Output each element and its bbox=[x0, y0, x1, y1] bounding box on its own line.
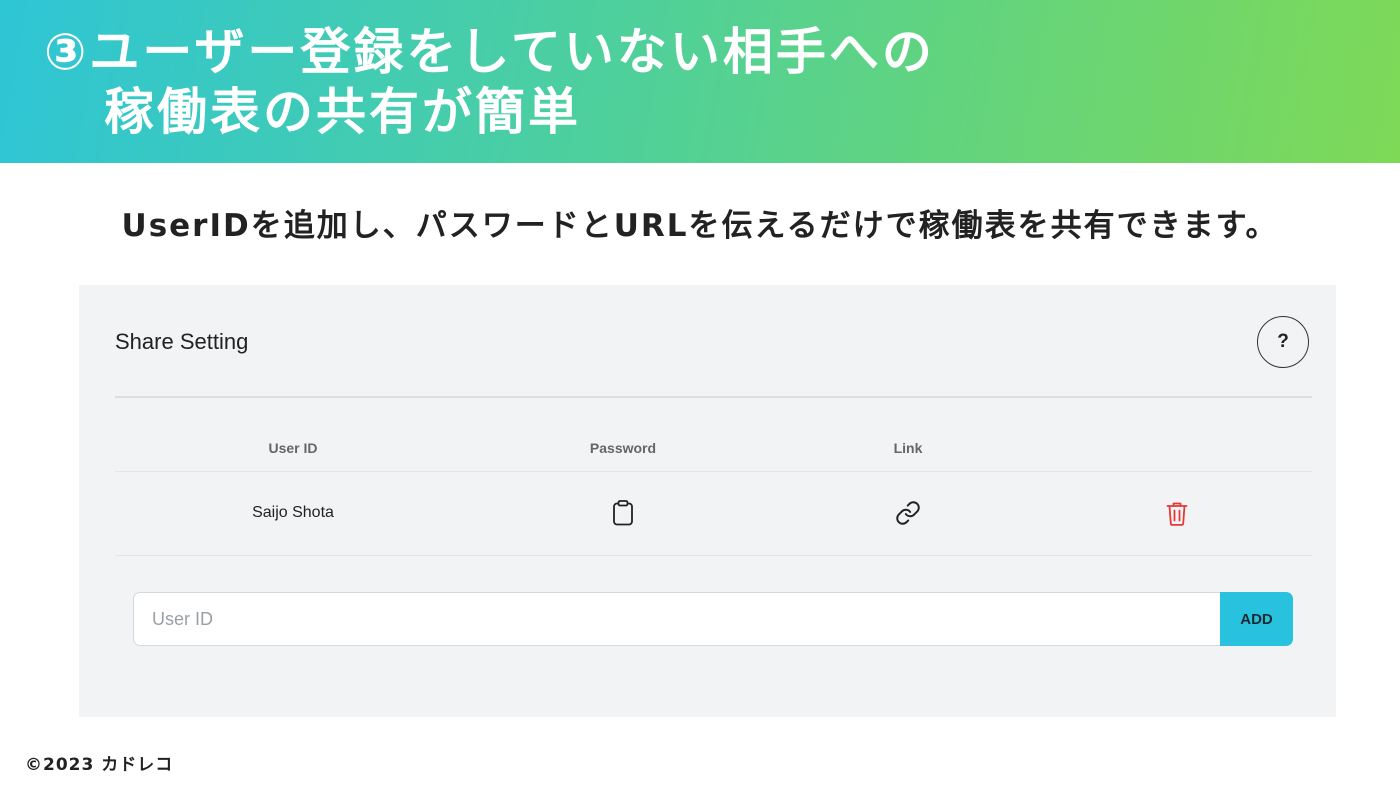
table-row: Saijo Shota bbox=[115, 471, 1312, 556]
clipboard-icon[interactable] bbox=[611, 500, 635, 526]
password-cell bbox=[523, 471, 723, 555]
slide-title: ③ユーザー登録をしていない相手への 稼働表の共有が簡単 bbox=[44, 22, 935, 142]
trash-icon[interactable] bbox=[1166, 501, 1188, 526]
slide-title-line-2: 稼働表の共有が簡単 bbox=[104, 83, 581, 141]
link-cell bbox=[808, 471, 1008, 555]
link-icon[interactable] bbox=[895, 500, 921, 526]
slide-subtitle: UserIDを追加し、パスワードとURLを伝えるだけで稼働表を共有できます。 bbox=[121, 208, 1279, 244]
panel-divider bbox=[115, 396, 1312, 398]
add-button[interactable]: ADD bbox=[1220, 592, 1293, 646]
add-user-form: ADD bbox=[133, 592, 1293, 646]
delete-cell bbox=[1077, 471, 1277, 555]
share-setting-panel: Share Setting ? User ID Password Link Sa… bbox=[79, 285, 1336, 717]
slide-title-line-1: ③ユーザー登録をしていない相手への bbox=[44, 23, 935, 81]
user-id-input[interactable] bbox=[133, 592, 1220, 646]
header-banner: ③ユーザー登録をしていない相手への 稼働表の共有が簡単 bbox=[0, 0, 1400, 163]
help-button[interactable]: ? bbox=[1257, 316, 1309, 368]
table-header: User ID Password Link bbox=[115, 425, 1312, 472]
column-header-password: Password bbox=[589, 440, 657, 456]
column-header-link: Link bbox=[893, 440, 923, 456]
panel-title: Share Setting bbox=[115, 329, 249, 354]
column-header-user-id: User ID bbox=[268, 440, 318, 456]
user-id-cell: Saijo Shota bbox=[252, 504, 334, 521]
copyright-footer: ©2023 カドレコ bbox=[25, 755, 174, 775]
